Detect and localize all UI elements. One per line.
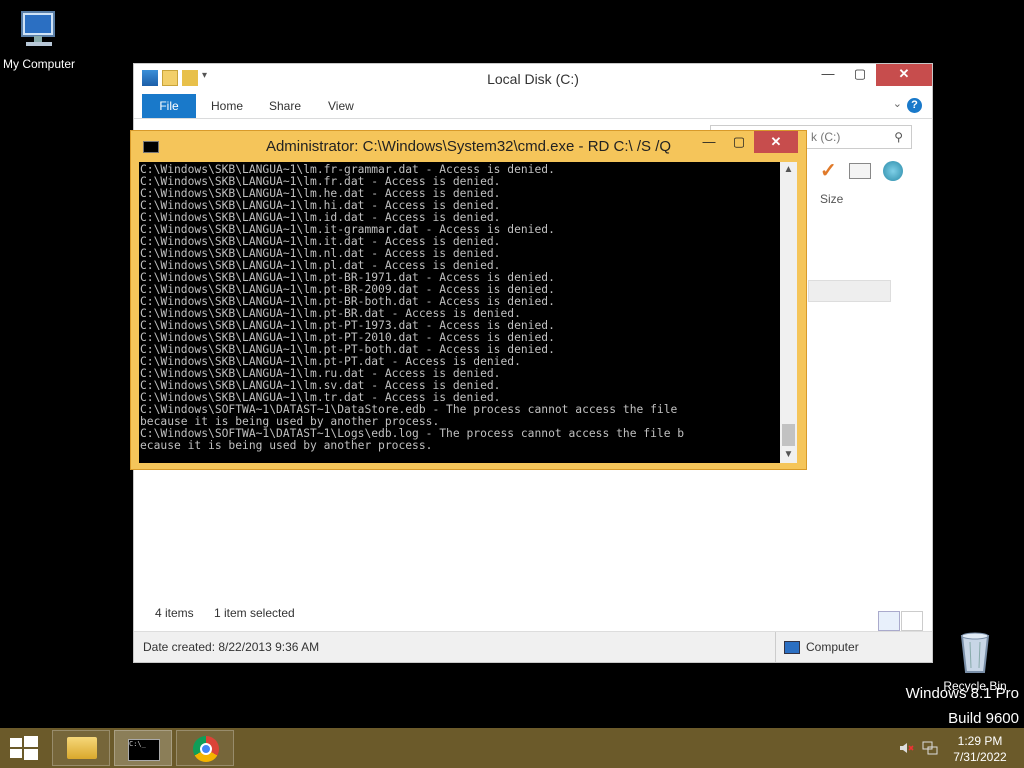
system-clock[interactable]: 1:29 PM 7/31/2022 [950, 733, 1010, 765]
computer-icon [784, 640, 800, 654]
ribbon-expand-icon[interactable]: ⌄ [893, 97, 902, 110]
scroll-up-arrow-icon[interactable]: ▲ [780, 162, 797, 178]
scrollbar-thumb[interactable] [782, 424, 795, 446]
minimize-button[interactable]: — [694, 131, 724, 153]
volume-muted-icon[interactable] [898, 740, 914, 756]
command-prompt-window: Administrator: C:\Windows\System32\cmd.e… [130, 130, 807, 470]
ribbon-tabs: File Home Share View ⌄ ? [134, 94, 932, 119]
explorer-titlebar[interactable]: ▾ Local Disk (C:) — ▢ ✕ [134, 64, 932, 94]
details-view-button[interactable] [878, 611, 900, 631]
globe-icon[interactable] [882, 160, 903, 181]
taskbar-command-prompt[interactable]: C:\_ [114, 730, 172, 766]
windows-start-icon[interactable] [10, 736, 38, 760]
taskbar-chrome[interactable] [176, 730, 234, 766]
close-button[interactable]: ✕ [876, 64, 932, 86]
vertical-scrollbar[interactable]: ▲ ▼ [780, 162, 797, 463]
column-header-size[interactable]: Size [820, 192, 843, 206]
cmd-icon: C:\_ [128, 739, 160, 761]
monitor-icon [21, 11, 55, 46]
tab-home[interactable]: Home [211, 94, 243, 118]
date-created: Date created: 8/22/2013 9:36 AM [143, 640, 320, 654]
folder-icon [67, 737, 97, 759]
close-button[interactable]: ✕ [754, 131, 798, 153]
toolbar-icons: ✓ [820, 158, 903, 183]
recycle-bin-icon [960, 632, 990, 673]
desktop-icon-recycle-bin[interactable]: Recycle Bin [932, 628, 1018, 693]
status-bar: 4 items 1 item selected [134, 606, 932, 628]
desktop-icon-label: My Computer [2, 57, 76, 71]
rename-icon[interactable] [848, 162, 871, 179]
cmd-window-controls: — ▢ ✕ [694, 131, 798, 153]
location-indicator: Computer [775, 632, 859, 662]
windows-build-watermark: Build 9600 [948, 710, 1019, 727]
windows-edition-watermark: Windows 8.1 Pro [905, 685, 1019, 702]
selected-row[interactable] [808, 280, 891, 302]
explorer-window-controls: — ▢ ✕ [812, 64, 932, 86]
network-icon[interactable] [922, 740, 938, 756]
taskbar: C:\_ 1:29 PM 7/31/2022 [0, 728, 1024, 768]
details-pane: Date created: 8/22/2013 9:36 AM Computer [134, 631, 932, 662]
desktop-icon-my-computer[interactable]: My Computer [0, 8, 82, 71]
help-icon[interactable]: ? [907, 98, 922, 113]
checkmark-icon[interactable]: ✓ [820, 158, 837, 183]
tab-share[interactable]: Share [269, 94, 301, 118]
console-line: ecause it is being used by another proce… [140, 439, 433, 452]
clock-time: 1:29 PM [957, 734, 1003, 748]
selected-count: 1 item selected [214, 606, 295, 620]
minimize-button[interactable]: — [812, 64, 844, 86]
maximize-button[interactable]: ▢ [724, 131, 754, 153]
large-icons-view-button[interactable] [901, 611, 923, 631]
chrome-icon [193, 736, 219, 762]
search-icon: ⚲ [894, 130, 903, 144]
taskbar-file-explorer[interactable] [52, 730, 110, 766]
clock-date: 7/31/2022 [953, 750, 1007, 764]
tab-file[interactable]: File [142, 94, 196, 118]
tab-view[interactable]: View [328, 94, 354, 118]
item-count: 4 items [155, 606, 194, 620]
maximize-button[interactable]: ▢ [844, 64, 876, 86]
console-output[interactable]: C:\Windows\SKB\LANGUA~1\lm.fr-grammar.da… [139, 162, 780, 463]
scroll-down-arrow-icon[interactable]: ▼ [780, 447, 797, 463]
location-label: Computer [806, 640, 859, 654]
